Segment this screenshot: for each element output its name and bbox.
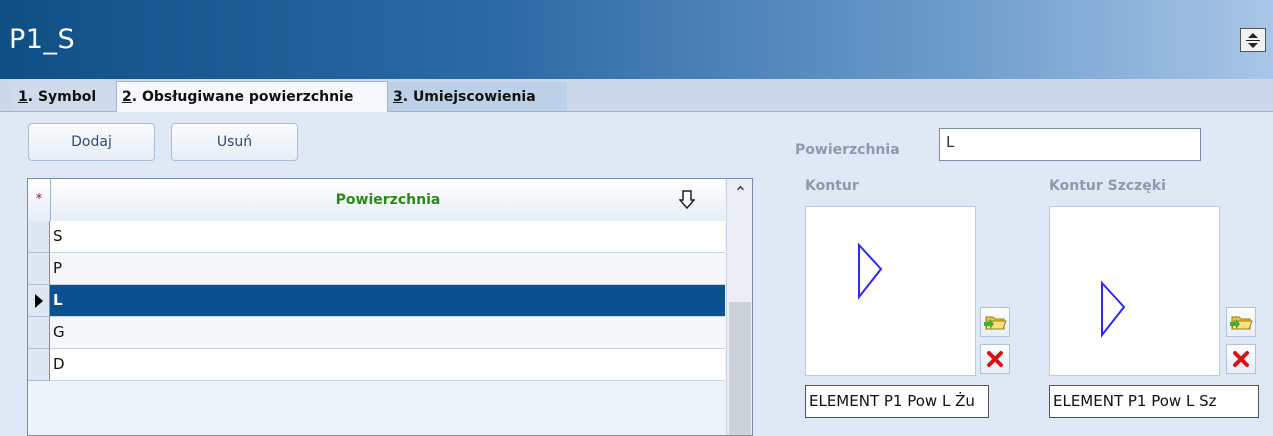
- kontur-szczeki-shape: [1101, 280, 1126, 338]
- new-row-marker: *: [28, 179, 51, 221]
- delete-icon: [1233, 351, 1249, 367]
- kontur-szczeki-preview: [1049, 206, 1220, 376]
- vertical-scrollbar[interactable]: ⌃: [726, 179, 752, 435]
- powierzchnia-label: Powierzchnia: [795, 142, 900, 158]
- kontur-shape: [858, 242, 883, 300]
- tab-symbol[interactable]: 1. Symbol: [13, 82, 116, 111]
- table-row[interactable]: P: [28, 253, 725, 285]
- table-row[interactable]: G: [28, 317, 725, 349]
- table-cell[interactable]: L: [50, 285, 725, 317]
- column-header-powierzchnia[interactable]: Powierzchnia: [51, 179, 725, 221]
- kontur-file-field[interactable]: ELEMENT P1 Pow L Żu: [805, 385, 989, 418]
- surfaces-grid: * Powierzchnia S P L G D ⌃: [27, 178, 753, 436]
- folder-open-icon: [1230, 316, 1253, 330]
- table-row-selected[interactable]: L: [28, 285, 725, 317]
- kontur-szczeki-label: Kontur Szczęki: [1049, 178, 1166, 194]
- tab-umiejscowienia[interactable]: 3. Umiejscowienia: [388, 82, 567, 111]
- kontur-szczeki-load-button[interactable]: [1226, 307, 1256, 337]
- table-row[interactable]: S: [28, 221, 725, 253]
- powierzchnia-field[interactable]: L: [939, 128, 1201, 161]
- window-title-bar: P1_S: [0, 0, 1273, 79]
- table-cell[interactable]: S: [50, 221, 725, 253]
- kontur-szczeki-file-field[interactable]: ELEMENT P1 Pow L Sz: [1049, 385, 1259, 418]
- sort-icon[interactable]: [679, 190, 695, 210]
- window-title: P1_S: [9, 24, 76, 55]
- table-cell[interactable]: P: [50, 253, 725, 285]
- scroll-up-icon[interactable]: ⌃: [727, 179, 752, 209]
- resize-icon[interactable]: [1240, 28, 1266, 52]
- kontur-load-button[interactable]: [980, 307, 1010, 337]
- table-row[interactable]: D: [28, 349, 725, 381]
- row-pointer-icon: [35, 294, 43, 308]
- kontur-szczeki-delete-button[interactable]: [1226, 344, 1256, 374]
- scrollbar-thumb[interactable]: [729, 302, 751, 435]
- kontur-preview: [805, 206, 976, 376]
- add-button[interactable]: Dodaj: [28, 123, 155, 161]
- tab-obslugiwane-powierzchnie[interactable]: 2. Obsługiwane powierzchnie: [116, 81, 388, 112]
- remove-button[interactable]: Usuń: [171, 123, 298, 161]
- delete-icon: [987, 351, 1003, 367]
- folder-open-icon: [984, 316, 1007, 330]
- grid-header: * Powierzchnia: [28, 179, 725, 222]
- tab-content: Dodaj Usuń * Powierzchnia S P L G D ⌃ Po…: [0, 112, 1273, 436]
- kontur-delete-button[interactable]: [980, 344, 1010, 374]
- table-cell[interactable]: D: [50, 349, 725, 381]
- kontur-label: Kontur: [805, 178, 859, 194]
- tab-bar: 1. Symbol 2. Obsługiwane powierzchnie 3.…: [0, 79, 1273, 112]
- table-cell[interactable]: G: [50, 317, 725, 349]
